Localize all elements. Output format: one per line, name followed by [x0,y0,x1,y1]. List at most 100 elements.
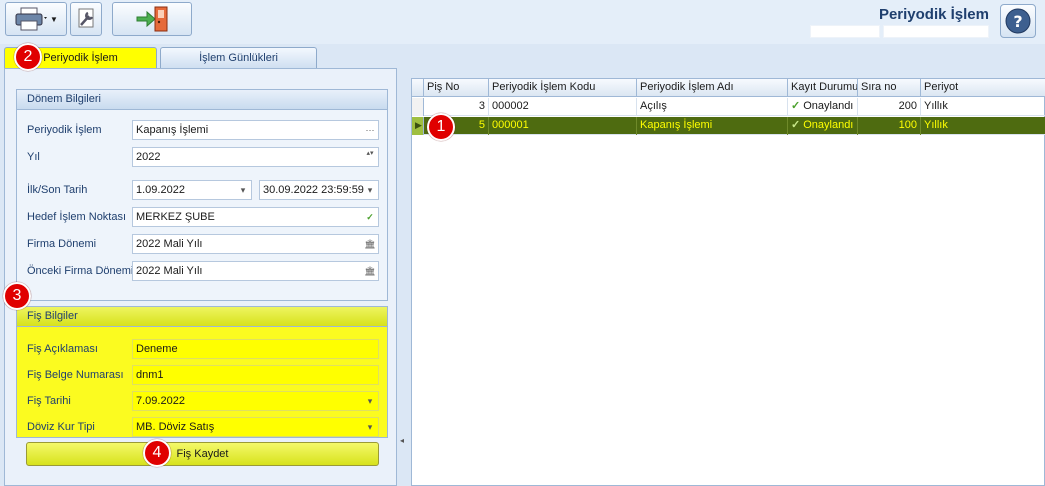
field-value: MB. Döviz Satış [136,421,215,433]
cell-ad: Açılış [637,98,788,116]
group-header: Dönem Bilgileri [17,90,387,110]
cell-durum: ✓ Onaylandı [788,117,858,135]
durum-text: Onaylandı [803,119,854,131]
periyodik-islem-grid: Piş No Periyodik İşlem Kodu Periyodik İş… [411,78,1045,486]
hedef-islem-noktasi-field[interactable]: MERKEZ ŞUBE ✓ [132,207,379,227]
field-label: Fiş Tarihi [27,395,71,407]
doviz-kur-tipi-select[interactable]: MB. Döviz Satış ▾ [132,417,379,437]
column-header[interactable]: Piş No [424,79,489,97]
chevron-down-icon[interactable]: ▾ [364,394,376,408]
fis-kaydet-button[interactable]: Fiş Kaydet [26,442,379,466]
field-row: İlk/Son Tarih 1.09.2022 ▾ 30.09.2022 23:… [27,180,379,200]
check-icon[interactable]: ✓ [364,210,376,224]
son-tarih-picker[interactable]: 30.09.2022 23:59:59 ▾ [259,180,379,200]
field-row: Hedef İşlem Noktası MERKEZ ŞUBE ✓ [27,207,379,227]
donem-bilgileri-group: Dönem Bilgileri Periyodik İşlem Kapanış … [16,89,388,301]
ilk-tarih-picker[interactable]: 1.09.2022 ▾ [132,180,252,200]
left-panel: Dönem Bilgileri Periyodik İşlem Kapanış … [4,68,397,486]
field-value: 2022 Mali Yılı [136,265,203,277]
durum-text: Onaylandı [803,100,854,112]
field-label: Döviz Kur Tipi [27,421,95,433]
bank-icon[interactable]: 🏛 [364,237,376,251]
table-row-selected[interactable]: ▶ 5 000001 Kapanış İşlemi ✓ Onaylandı 100… [412,117,1045,135]
cell-sira: 200 [858,98,921,116]
step-badge-2: 2 [14,43,42,71]
table-row[interactable]: 3 000002 Açılış ✓ Onaylandı 200 Yıllık [412,98,1045,116]
row-indicator[interactable] [412,98,424,116]
print-button[interactable]: ▼ [5,2,67,36]
help-button[interactable]: ? [1000,4,1036,38]
cell-durum: ✓ Onaylandı [788,98,858,116]
field-label: Yıl [27,151,40,163]
field-value: MERKEZ ŞUBE [136,211,215,223]
grid-header: Piş No Periyodik İşlem Kodu Periyodik İş… [412,79,1045,97]
field-row: Fiş Tarihi 7.09.2022 ▾ [27,391,379,411]
field-row: Önceki Firma Dönemi 2022 Mali Yılı 🏛 [27,261,379,281]
cell-kod: 000001 [489,117,637,135]
field-row: Fiş Açıklaması Deneme [27,339,379,359]
field-label: Periyodik İşlem [27,124,102,136]
printer-icon [15,7,48,31]
chevron-down-icon[interactable]: ▾ [364,420,376,434]
field-value: dnm1 [136,369,164,381]
chevron-down-icon[interactable]: ▾ [364,183,376,197]
cell-sira: 100 [858,117,921,135]
chevron-down-icon[interactable]: ▾ [237,183,249,197]
status-box [810,25,880,38]
field-label: Hedef İşlem Noktası [27,211,127,223]
spinner-icon[interactable]: ▴▾ [364,150,376,164]
status-box [883,25,989,38]
field-value: 7.09.2022 [136,395,185,407]
toolbar: ▼ Periyodik İşlem ? [0,0,1045,44]
field-value: 2022 Mali Yılı [136,238,203,250]
panel-splitter[interactable]: ◂ [397,68,409,486]
cell-kod: 000002 [489,98,637,116]
bank-icon[interactable]: 🏛 [364,264,376,278]
fis-aciklamasi-input[interactable]: Deneme [132,339,379,359]
check-icon: ✓ [791,119,801,131]
fis-tarihi-picker[interactable]: 7.09.2022 ▾ [132,391,379,411]
row-indicator[interactable]: ▶ [412,117,424,135]
field-value: 30.09.2022 23:59:59 [263,184,364,196]
field-row: Periyodik İşlem Kapanış İşlemi ··· [27,120,379,140]
chevron-down-icon[interactable]: ▼ [50,15,58,24]
page-title: Periyodik İşlem [878,6,989,23]
chevron-right-icon: ▶ [415,120,422,130]
field-value: Kapanış İşlemi [136,124,209,136]
fis-bilgiler-group: Fiş Bilgiler Fiş Açıklaması Deneme Fiş B… [16,306,388,438]
field-label: İlk/Son Tarih [27,184,88,196]
column-header[interactable]: Periyodik İşlem Adı [637,79,788,97]
cell-periyot: Yıllık [924,100,948,112]
group-header: Fiş Bilgiler [17,307,387,327]
firma-donemi-field[interactable]: 2022 Mali Yılı 🏛 [132,234,379,254]
cell-pis-no: 3 [424,98,489,116]
field-label: Fiş Açıklaması [27,343,98,355]
cell-periyot: Yıllık [924,119,948,131]
field-row: Firma Dönemi 2022 Mali Yılı 🏛 [27,234,379,254]
ellipsis-icon[interactable]: ··· [364,123,376,137]
step-badge-3: 3 [3,282,31,310]
tab-bar: Periyodik İşlem İşlem Günlükleri [0,44,1045,68]
field-row: Fiş Belge Numarası dnm1 [27,365,379,385]
field-value: 2022 [136,151,161,163]
column-header[interactable]: Sıra no [858,79,921,97]
field-value: 1.09.2022 [136,184,185,196]
field-row: Döviz Kur Tipi MB. Döviz Satış ▾ [27,417,379,437]
help-icon: ? [1005,8,1031,34]
field-label: Fiş Belge Numarası [27,369,124,381]
svg-text:?: ? [1013,12,1022,31]
column-header[interactable]: Kayıt Durumu [788,79,858,97]
chevron-left-icon[interactable]: ◂ [400,436,404,445]
onceki-firma-donemi-field[interactable]: 2022 Mali Yılı 🏛 [132,261,379,281]
check-icon: ✓ [791,100,801,112]
tab-islem-gunlukleri[interactable]: İşlem Günlükleri [160,47,317,68]
yil-spinner[interactable]: 2022 ▴▾ [132,147,379,167]
step-badge-1: 1 [427,113,455,141]
wrench-icon [78,8,94,28]
column-header[interactable]: Periyodik İşlem Kodu [489,79,637,97]
settings-button[interactable] [70,2,102,36]
fis-belge-numarasi-input[interactable]: dnm1 [132,365,379,385]
column-header[interactable]: Periyot [921,79,1045,97]
exit-button[interactable] [112,2,192,36]
periyodik-islem-field[interactable]: Kapanış İşlemi ··· [132,120,379,140]
